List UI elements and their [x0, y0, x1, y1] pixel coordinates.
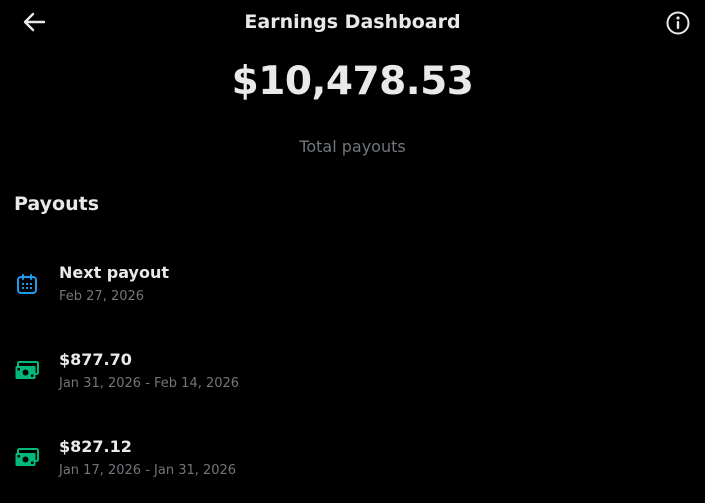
payout-date: Feb 27, 2026: [59, 289, 145, 304]
payout-row-next[interactable]: Next payout Feb 27, 2026: [0, 257, 705, 317]
payout-date-range: Jan 17, 2026 - Jan 31, 2026: [59, 463, 237, 478]
page-title: Earnings Dashboard: [244, 11, 461, 33]
total-payouts-amount: $10,478.53: [231, 59, 474, 104]
payout-row[interactable]: $827.12 Jan 17, 2026 - Jan 31, 2026: [0, 431, 705, 491]
payout-amount: $827.12: [59, 437, 132, 456]
header-bar: Earnings Dashboard: [0, 0, 705, 48]
payout-title: Next payout: [59, 263, 169, 282]
info-button[interactable]: [663, 10, 693, 40]
payout-row[interactable]: $877.70 Jan 31, 2026 - Feb 14, 2026: [0, 344, 705, 404]
calendar-icon: [14, 271, 40, 297]
cash-icon: [14, 445, 40, 471]
payouts-section-title: Payouts: [14, 193, 100, 215]
payout-amount: $877.70: [59, 350, 132, 369]
payout-date-range: Jan 31, 2026 - Feb 14, 2026: [59, 376, 240, 391]
info-icon: [665, 10, 691, 40]
total-payouts-label: Total payouts: [299, 137, 406, 156]
cash-icon: [14, 358, 40, 384]
